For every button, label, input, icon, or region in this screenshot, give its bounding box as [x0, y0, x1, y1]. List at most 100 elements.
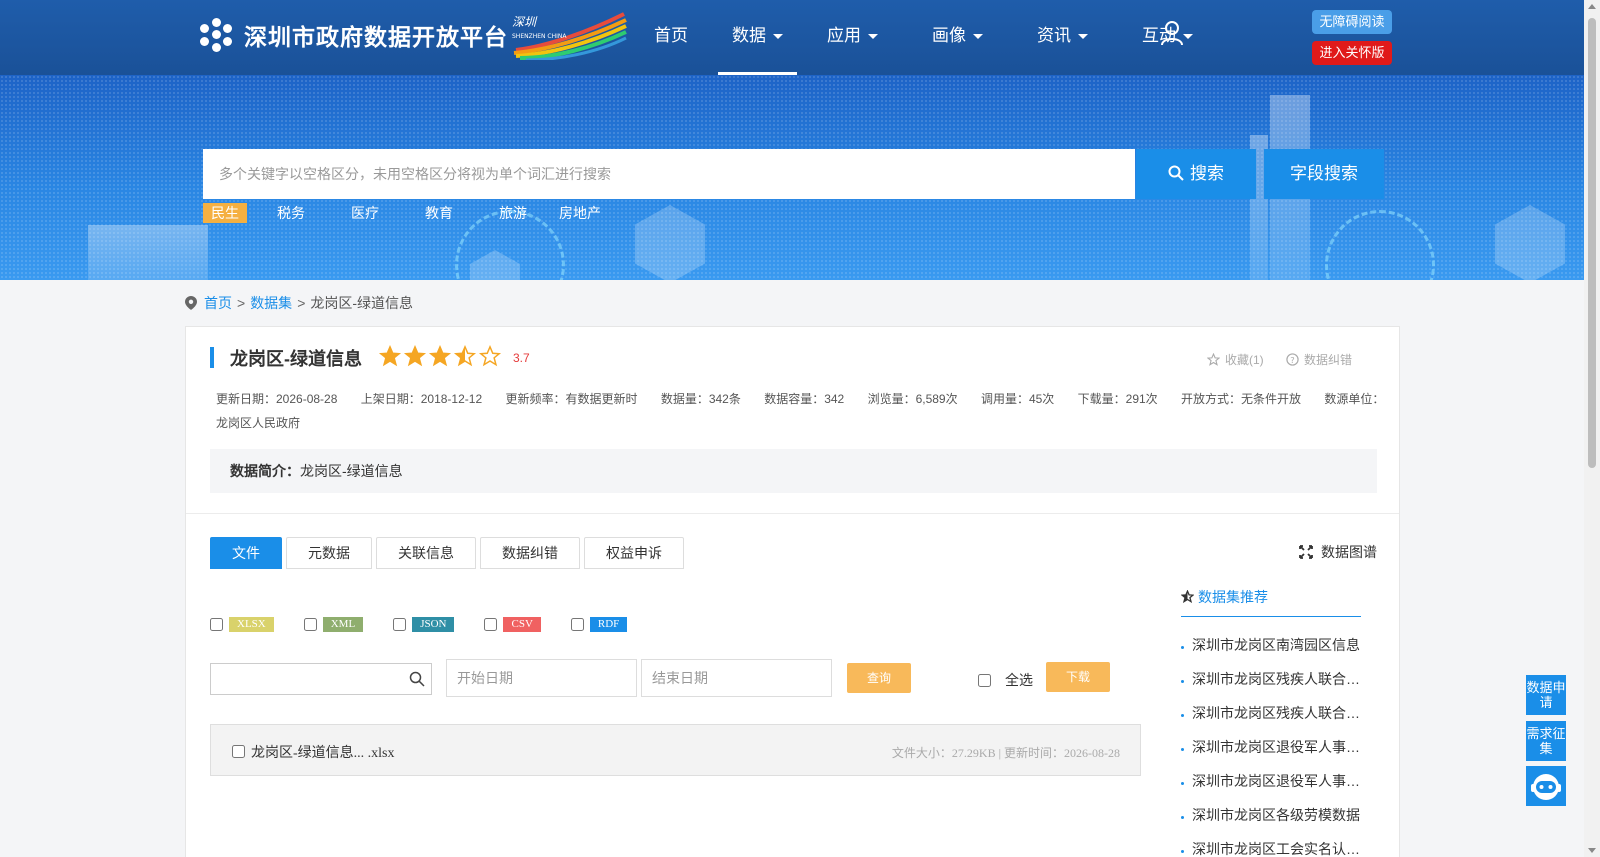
- tab-related[interactable]: 关联信息: [376, 537, 476, 569]
- chevron-down-icon: [1078, 34, 1088, 40]
- file-search-input[interactable]: [210, 663, 432, 695]
- format-xml-checkbox[interactable]: [303, 618, 317, 631]
- favorite-button[interactable]: 收藏(1): [1207, 351, 1264, 368]
- scroll-up-arrow-icon[interactable]: [1588, 4, 1596, 9]
- meta-frequency: 更新频率：有数据更新时: [505, 392, 638, 406]
- svg-text:?: ?: [1290, 355, 1294, 365]
- tab-error-report[interactable]: 数据纠错: [480, 537, 580, 569]
- recommend-item[interactable]: 深圳市龙岗区工会实名认证信息: [1181, 839, 1371, 857]
- breadcrumb-home[interactable]: 首页: [204, 293, 232, 313]
- tag-education[interactable]: 教育: [417, 203, 461, 223]
- detail-tabs: 文件 元数据 关联信息 数据纠错 权益申诉: [210, 537, 688, 569]
- start-date-input[interactable]: 开始日期: [446, 659, 637, 697]
- star-filled-icon[interactable]: [403, 345, 427, 367]
- format-json[interactable]: JSON: [393, 617, 455, 632]
- recommend-item[interactable]: 深圳市龙岗区退役军人事务局信息: [1181, 737, 1371, 771]
- recommend-item[interactable]: 深圳市龙岗区退役军人事务数据: [1181, 771, 1371, 805]
- query-button[interactable]: 查询: [847, 663, 911, 693]
- tag-real-estate[interactable]: 房地产: [551, 203, 609, 223]
- field-search-button[interactable]: 字段搜索: [1264, 149, 1384, 199]
- star-half-icon[interactable]: [453, 345, 477, 367]
- data-apply-button[interactable]: 数据申请: [1526, 675, 1566, 715]
- care-mode-button[interactable]: 进入关怀版: [1312, 41, 1392, 65]
- nav-apps[interactable]: 应用: [813, 0, 892, 75]
- main-nav: 首页 数据 应用 画像 资讯 互动: [640, 0, 1223, 75]
- recommend-item[interactable]: 深圳市龙岗区残疾人联合会数据: [1181, 703, 1371, 737]
- search-banner: 多个关键字以空格区分，未用空格区分将视为单个词汇进行搜索 搜索 字段搜索 民生 …: [0, 75, 1584, 280]
- meta-api-calls: 调用量：45次: [980, 392, 1055, 406]
- svg-text:深圳: 深圳: [512, 15, 538, 29]
- format-rdf[interactable]: RDF: [570, 617, 628, 632]
- chevron-down-icon: [973, 34, 983, 40]
- chevron-down-icon: [868, 34, 878, 40]
- meta-update-date: 更新日期：2026-08-28: [216, 392, 338, 406]
- tab-appeal[interactable]: 权益申诉: [584, 537, 684, 569]
- format-xml[interactable]: XML: [303, 617, 364, 632]
- tag-minsheng[interactable]: 民生: [203, 203, 247, 223]
- site-logo[interactable]: 深圳市政府数据开放平台: [200, 18, 508, 52]
- location-pin-icon: [185, 296, 197, 310]
- tab-metadata[interactable]: 元数据: [286, 537, 372, 569]
- file-checkbox[interactable]: [232, 745, 245, 758]
- logo-mark-icon: [200, 18, 234, 52]
- scroll-down-arrow-icon[interactable]: [1588, 848, 1596, 853]
- recommend-item[interactable]: 深圳市龙岗区各级劳模数据: [1181, 805, 1371, 839]
- select-all[interactable]: 全选: [978, 670, 1033, 690]
- format-json-checkbox[interactable]: [393, 618, 407, 631]
- accessibility-button[interactable]: 无障碍阅读: [1312, 10, 1392, 34]
- star-outline-icon: [1207, 353, 1220, 366]
- dataset-title: 龙岗区-绿道信息: [230, 349, 362, 369]
- recommend-title[interactable]: 数据集推荐: [1198, 587, 1268, 607]
- error-report-link[interactable]: ? 数据纠错: [1286, 351, 1352, 368]
- breadcrumb: 首页 > 数据集 > 龙岗区-绿道信息: [185, 293, 413, 313]
- recommend-item[interactable]: 深圳市龙岗区残疾人联合会信息: [1181, 669, 1371, 703]
- search-icon: [1168, 165, 1184, 181]
- select-all-checkbox[interactable]: [978, 673, 991, 687]
- breadcrumb-datasets[interactable]: 数据集: [250, 293, 292, 313]
- tag-travel[interactable]: 旅游: [491, 203, 535, 223]
- scroll-thumb[interactable]: [1588, 18, 1596, 468]
- site-title: 深圳市政府数据开放平台: [244, 24, 508, 50]
- rating-stars[interactable]: [378, 345, 503, 367]
- banner-hexagon-graphic: [635, 205, 705, 280]
- page-scrollbar[interactable]: [1584, 0, 1600, 857]
- meta-capacity: 数据容量：342: [764, 392, 845, 406]
- search-button[interactable]: 搜索: [1136, 149, 1256, 199]
- file-row: 龙岗区-绿道信息... .xlsx 文件大小：27.29KB | 更新时间：20…: [210, 724, 1141, 776]
- data-graph-link[interactable]: 数据图谱: [1299, 542, 1377, 562]
- tag-tax[interactable]: 税务: [269, 203, 313, 223]
- rating-score: 3.7: [513, 351, 530, 365]
- end-date-input[interactable]: 结束日期: [641, 659, 832, 697]
- star-empty-icon[interactable]: [478, 345, 502, 367]
- robot-assistant-icon[interactable]: [1526, 766, 1566, 806]
- nav-portrait[interactable]: 画像: [918, 0, 997, 75]
- dataset-meta: 更新日期：2026-08-28 上架日期：2018-12-12 更新频率：有数据…: [216, 387, 1386, 435]
- section-divider: [186, 513, 1399, 514]
- intro-label: 数据简介：: [230, 463, 300, 479]
- star-filled-icon[interactable]: [378, 345, 402, 367]
- star-filled-icon[interactable]: [428, 345, 452, 367]
- demand-collect-button[interactable]: 需求征集: [1526, 721, 1566, 761]
- tag-medical[interactable]: 医疗: [343, 203, 387, 223]
- search-input[interactable]: 多个关键字以空格区分，未用空格区分将视为单个词汇进行搜索: [203, 149, 1135, 199]
- nav-home[interactable]: 首页: [640, 0, 702, 75]
- recommend-item[interactable]: 深圳市龙岗区南湾园区信息: [1181, 635, 1371, 669]
- user-icon[interactable]: [1160, 20, 1184, 46]
- format-csv[interactable]: CSV: [484, 617, 541, 632]
- nav-data[interactable]: 数据: [718, 0, 797, 75]
- breadcrumb-current: 龙岗区-绿道信息: [310, 295, 414, 311]
- format-rdf-checkbox[interactable]: [570, 618, 584, 631]
- format-xlsx-checkbox[interactable]: [210, 618, 223, 631]
- search-icon: [409, 671, 425, 687]
- meta-downloads: 下载量：291次: [1077, 392, 1158, 406]
- format-xlsx[interactable]: XLSX: [210, 617, 274, 632]
- file-name[interactable]: 龙岗区-绿道信息... .xlsx: [251, 742, 395, 762]
- format-csv-checkbox[interactable]: [484, 618, 498, 631]
- meta-record-count: 数据量：342条: [660, 392, 741, 406]
- svg-text:SHENZHEN CHINA: SHENZHEN CHINA: [512, 33, 567, 40]
- download-button[interactable]: 下载: [1046, 662, 1110, 692]
- meta-open-type: 开放方式：无条件开放: [1181, 392, 1302, 406]
- nav-news[interactable]: 资讯: [1023, 0, 1102, 75]
- banner-building-graphic: [88, 225, 208, 280]
- tab-files[interactable]: 文件: [210, 537, 282, 569]
